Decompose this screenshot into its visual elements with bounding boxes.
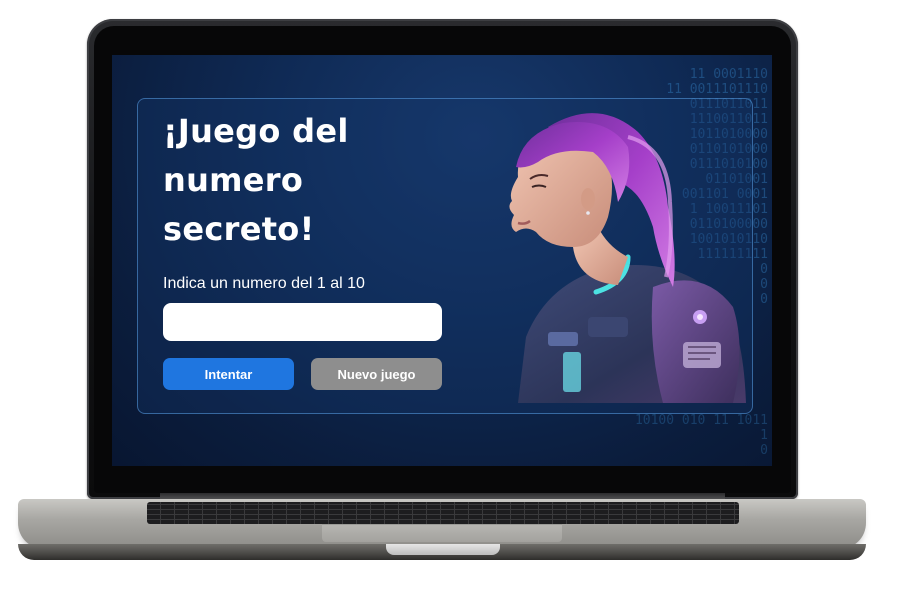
number-prompt-label: Indica un numero del 1 al 10: [163, 275, 365, 292]
new-game-button[interactable]: Nuevo juego: [311, 358, 442, 390]
game-card: ¡Juego del numero secreto! Indica un num…: [137, 98, 753, 414]
keyboard: [147, 502, 739, 524]
binary-code-decoration-bottom: 10100 010 11 1011 1 0: [634, 413, 768, 458]
astronaut-illustration: [509, 113, 746, 403]
trackpad: [322, 524, 562, 542]
number-input[interactable]: [163, 303, 442, 341]
screen: 11 0001110 11 0011101110 0111011011 1110…: [112, 55, 772, 466]
page-title: ¡Juego del numero secreto!: [163, 112, 349, 248]
try-button[interactable]: Intentar: [163, 358, 294, 390]
lid-open-notch: [386, 544, 500, 555]
